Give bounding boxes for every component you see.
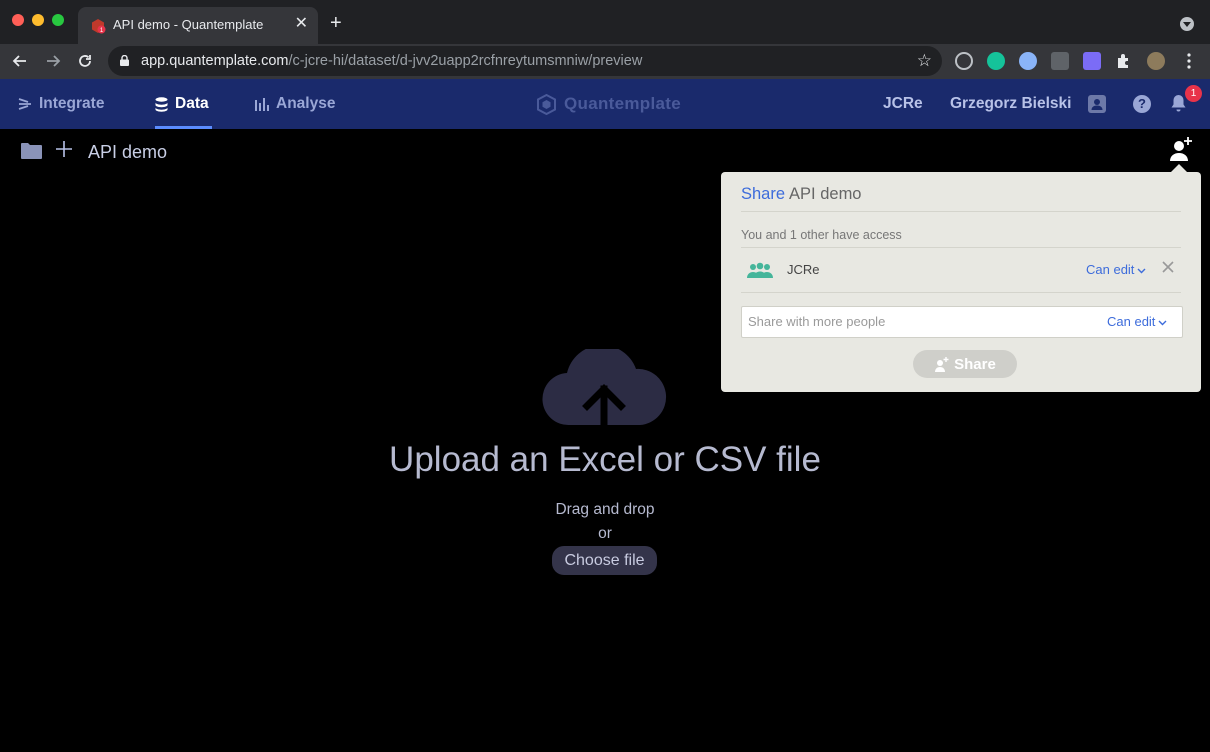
quantemplate-favicon-icon: 1 (92, 19, 106, 34)
database-icon (155, 96, 168, 112)
bookmark-star-icon[interactable]: ☆ (917, 52, 932, 70)
nav-analyse-label: Analyse (276, 95, 336, 112)
analyse-bars-icon (255, 97, 269, 111)
add-user-icon (934, 356, 949, 372)
chevron-down-icon (1137, 262, 1146, 277)
browser-tabstrip: 1 API demo - Quantemplate ✕ + (0, 0, 1210, 44)
nav-integrate-label: Integrate (39, 95, 105, 112)
nav-active-indicator (155, 126, 212, 129)
divider (741, 211, 1181, 212)
extension-target-icon[interactable] (955, 52, 973, 70)
grammarly-icon[interactable] (987, 52, 1005, 70)
app-header: Integrate Data Analyse Quantemplate JCRe… (0, 79, 1210, 129)
dataset-name[interactable]: API demo (88, 142, 167, 163)
share-input-wrapper: Can edit (741, 306, 1183, 338)
extensions-puzzle-icon[interactable] (1115, 52, 1133, 70)
user-avatar-icon[interactable] (1088, 95, 1106, 113)
url-text: app.quantemplate.com/c-jcre-hi/dataset/d… (141, 53, 643, 69)
maximize-window-button[interactable] (52, 14, 64, 26)
new-tab-button[interactable]: + (330, 13, 342, 33)
member-permission-dropdown[interactable]: Can edit (1086, 262, 1146, 277)
cloud-upload-icon (542, 345, 667, 432)
browser-menu-icon[interactable] (1177, 49, 1201, 73)
folder-icon[interactable] (21, 142, 42, 164)
browser-toolbar: app.quantemplate.com/c-jcre-hi/dataset/d… (0, 44, 1210, 79)
minimize-window-button[interactable] (32, 14, 44, 26)
tab-search-icon[interactable] (1180, 17, 1194, 31)
brand-name: Quantemplate (564, 94, 681, 113)
group-icon (746, 262, 774, 283)
upload-title: Upload an Excel or CSV file (389, 440, 821, 479)
org-switcher[interactable]: JCRe (883, 95, 923, 113)
reload-icon[interactable] (73, 49, 97, 73)
tab-close-icon[interactable]: ✕ (295, 15, 308, 33)
remove-member-icon[interactable] (1162, 259, 1174, 277)
extension-c-icon[interactable] (1051, 52, 1069, 70)
share-button[interactable]: Share (913, 350, 1017, 378)
browser-tab[interactable]: 1 API demo - Quantemplate ✕ (78, 7, 318, 44)
or-text: or (598, 525, 612, 542)
extension-crown-icon[interactable] (1083, 52, 1101, 70)
add-icon[interactable] (55, 140, 73, 162)
share-popover-title: Share API demo (741, 185, 862, 203)
member-name: JCRe (787, 262, 820, 277)
access-summary: You and 1 other have access (741, 228, 902, 242)
quantemplate-logo-icon (537, 93, 556, 115)
share-user-icon[interactable] (1168, 136, 1194, 167)
back-arrow-icon[interactable] (8, 49, 32, 73)
share-people-input[interactable] (748, 314, 1088, 329)
nav-integrate[interactable]: Integrate (18, 79, 104, 129)
help-icon[interactable]: ? (1133, 95, 1151, 113)
chevron-down-icon (1158, 314, 1167, 329)
address-bar[interactable]: app.quantemplate.com/c-jcre-hi/dataset/d… (108, 46, 942, 76)
nav-data-label: Data (175, 95, 209, 112)
notification-badge: 1 (1185, 85, 1202, 102)
drag-drop-text: Drag and drop (555, 501, 655, 518)
extension-circle-icon[interactable] (1019, 52, 1037, 70)
choose-file-button[interactable]: Choose file (552, 546, 657, 575)
integrate-icon (18, 97, 32, 111)
brand-logo: Quantemplate (537, 79, 681, 129)
divider (741, 247, 1181, 248)
nav-data[interactable]: Data (155, 79, 209, 129)
divider (741, 292, 1181, 293)
profile-avatar-icon[interactable] (1147, 52, 1165, 70)
forward-arrow-icon[interactable] (41, 49, 65, 73)
new-share-permission-dropdown[interactable]: Can edit (1107, 314, 1167, 329)
close-window-button[interactable] (12, 14, 24, 26)
nav-analyse[interactable]: Analyse (255, 79, 335, 129)
lock-icon (120, 55, 129, 66)
bell-icon[interactable] (1170, 94, 1187, 118)
share-popover: Share API demo You and 1 other have acces… (721, 172, 1201, 392)
tab-title: API demo - Quantemplate (113, 17, 264, 32)
user-name[interactable]: Grzegorz Bielski (950, 95, 1071, 113)
